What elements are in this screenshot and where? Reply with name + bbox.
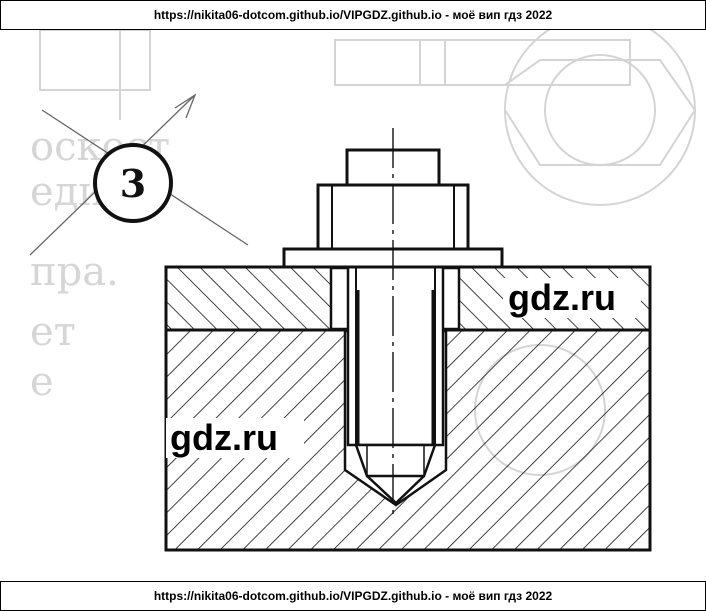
bolt-joint-drawing: оскост еди пра. ет е 3 gdz.ru gdz.ru xyxy=(29,14,697,552)
svg-text:ет: ет xyxy=(30,309,76,355)
top-banner-text: https://nikita06-dotcom.github.io/VIPGDZ… xyxy=(153,8,553,22)
watermark-top-text: gdz.ru xyxy=(508,277,616,318)
watermark-bottom: gdz.ru xyxy=(166,417,304,458)
figure-number: 3 xyxy=(120,161,146,206)
svg-text:е: е xyxy=(30,359,54,405)
drawing-area: оскост еди пра. ет е 3 gdz.ru gdz.ru xyxy=(0,14,706,580)
bottom-url-banner: https://nikita06-dotcom.github.io/VIPGDZ… xyxy=(0,581,706,611)
bottom-banner-text: https://nikita06-dotcom.github.io/VIPGDZ… xyxy=(153,589,553,603)
watermark-top: gdz.ru xyxy=(503,277,641,318)
watermark-bottom-text: gdz.ru xyxy=(170,417,278,458)
top-url-banner: https://nikita06-dotcom.github.io/VIPGDZ… xyxy=(0,0,706,30)
svg-text:пра.: пра. xyxy=(30,249,119,295)
